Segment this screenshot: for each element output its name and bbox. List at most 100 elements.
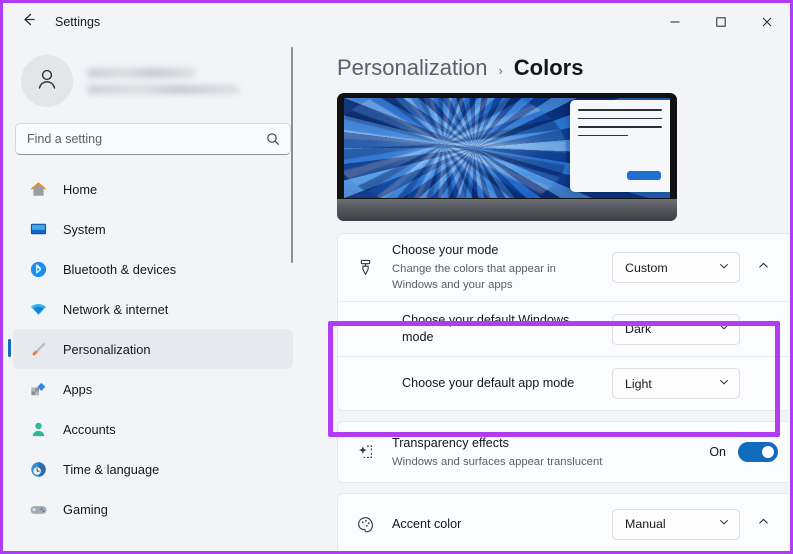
chevron-down-icon [718, 375, 730, 393]
clock-icon [27, 458, 49, 480]
avatar [21, 55, 73, 107]
transparency-effects-title: Transparency effects [392, 435, 509, 450]
chevron-down-icon [718, 515, 730, 533]
choose-your-mode-title: Choose your mode [392, 243, 499, 257]
dropdown-value: Manual [625, 517, 666, 532]
account-text [87, 68, 239, 94]
main-content: Personalization › Colors Choose your mod… [303, 41, 790, 551]
accent-color-expander[interactable] [748, 509, 778, 539]
dropdown-value: Dark [625, 322, 652, 337]
sidebar-item-network[interactable]: Network & internet [13, 289, 293, 329]
system-icon [27, 218, 49, 240]
bluetooth-icon [27, 258, 49, 280]
settings-window: Settings Find a setting Home System Blue… [0, 0, 793, 554]
default-app-mode-row: Choose your default app mode Light [338, 356, 790, 410]
chevron-down-icon [718, 320, 730, 338]
minimize-button[interactable] [652, 3, 698, 41]
transparency-effects-subtitle: Windows and surfaces appear translucent [392, 455, 603, 468]
sidebar-item-system[interactable]: System [13, 209, 293, 249]
choose-your-mode-card: Choose your mode Change the colors that … [337, 233, 790, 412]
chevron-right-icon: › [498, 63, 503, 78]
accounts-icon [27, 418, 49, 440]
wifi-icon [27, 298, 49, 320]
sidebar-scrollbar[interactable] [291, 47, 293, 263]
accent-color-row: Accent color Manual [338, 494, 790, 551]
transparency-toggle-label: On [709, 445, 726, 460]
transparency-effects-card: Transparency effects Windows and surface… [337, 421, 790, 484]
app-title: Settings [55, 15, 101, 29]
default-windows-mode-text: Choose your default Windows mode [402, 312, 602, 346]
chevron-down-icon [718, 259, 730, 277]
person-icon [33, 65, 61, 98]
search-icon[interactable] [266, 132, 280, 146]
default-app-mode-title: Choose your default app mode [402, 376, 575, 391]
preview-text-line [578, 134, 629, 137]
transparency-toggle-area: On [709, 442, 778, 463]
close-button[interactable] [744, 3, 790, 41]
search-box[interactable] [15, 123, 291, 155]
default-app-mode-text: Choose your default app mode [402, 375, 602, 392]
sidebar-item-label: Gaming [63, 501, 108, 517]
sidebar-item-label: Apps [63, 381, 93, 397]
sidebar-item-accounts[interactable]: Accounts [13, 409, 293, 449]
default-windows-mode-dropdown[interactable]: Dark [612, 313, 740, 345]
choose-your-mode-row: Choose your mode Change the colors that … [338, 234, 790, 301]
sidebar-item-bluetooth[interactable]: Bluetooth & devices [13, 249, 293, 289]
sidebar-item-label: Accounts [63, 421, 116, 437]
dropdown-value: Light [625, 376, 652, 391]
laptop-base [337, 199, 677, 221]
sidebar-item-personalization[interactable]: Personalization [8, 329, 293, 369]
breadcrumb: Personalization › Colors [321, 41, 772, 91]
account-email-redacted [87, 85, 239, 94]
sidebar-item-label: Home [63, 181, 98, 197]
chevron-up-icon [757, 259, 770, 277]
wallpaper-bloom-petals [344, 98, 566, 198]
gamepad-icon [27, 498, 49, 520]
title-bar: Settings [3, 3, 790, 41]
subrow-spacer [748, 369, 778, 399]
preview-text-line [578, 126, 662, 128]
sidebar-item-label: Network & internet [63, 301, 169, 317]
sidebar-item-label: Time & language [63, 461, 160, 477]
preview-text-line [578, 117, 662, 120]
sidebar-item-home[interactable]: Home [13, 169, 293, 209]
account-profile[interactable] [3, 41, 303, 107]
transparency-effects-toggle[interactable] [738, 442, 778, 463]
page-title: Colors [513, 55, 584, 80]
accent-color-title: Accent color [392, 516, 462, 531]
accent-color-dropdown[interactable]: Manual [612, 508, 740, 540]
account-name-redacted [87, 68, 195, 78]
paintbrush-outline-icon [352, 258, 378, 277]
sidebar-item-label: Personalization [63, 341, 151, 357]
default-app-mode-dropdown[interactable]: Light [612, 368, 740, 400]
sidebar-item-label: Bluetooth & devices [63, 261, 177, 277]
back-button[interactable] [11, 7, 45, 37]
sidebar-item-label: System [63, 221, 106, 237]
palette-icon [352, 515, 378, 534]
chevron-up-icon [757, 515, 770, 533]
back-arrow-icon [20, 11, 37, 33]
choose-your-mode-expander[interactable] [748, 253, 778, 283]
colors-preview-image [337, 93, 677, 221]
settings-cards: Choose your mode Change the colors that … [337, 233, 790, 551]
sidebar-item-gaming[interactable]: Gaming [13, 489, 293, 529]
choose-your-mode-dropdown[interactable]: Custom [612, 252, 740, 284]
toggle-knob [762, 446, 774, 459]
maximize-button[interactable] [698, 3, 744, 41]
accent-color-card: Accent color Manual [337, 493, 790, 551]
sidebar-item-time-language[interactable]: Time & language [13, 449, 293, 489]
preview-accent-button [627, 171, 661, 180]
breadcrumb-parent[interactable]: Personalization [337, 55, 487, 81]
default-windows-mode-title: Choose your default Windows mode [402, 313, 570, 345]
preview-screen [344, 98, 670, 198]
sidebar: Home System [3, 41, 303, 551]
preview-app-window [570, 100, 670, 192]
transparency-effects-text: Transparency effects Windows and surface… [392, 435, 709, 470]
accent-color-text: Accent color [392, 516, 602, 533]
search-input[interactable] [16, 132, 290, 146]
sidebar-item-apps[interactable]: Apps [13, 369, 293, 409]
apps-icon [27, 378, 49, 400]
choose-your-mode-text: Choose your mode Change the colors that … [392, 242, 602, 293]
sidebar-nav: Home System Bluetooth & devices Network … [3, 169, 303, 529]
choose-your-mode-subtitle: Change the colors that appear in Windows… [392, 263, 556, 292]
